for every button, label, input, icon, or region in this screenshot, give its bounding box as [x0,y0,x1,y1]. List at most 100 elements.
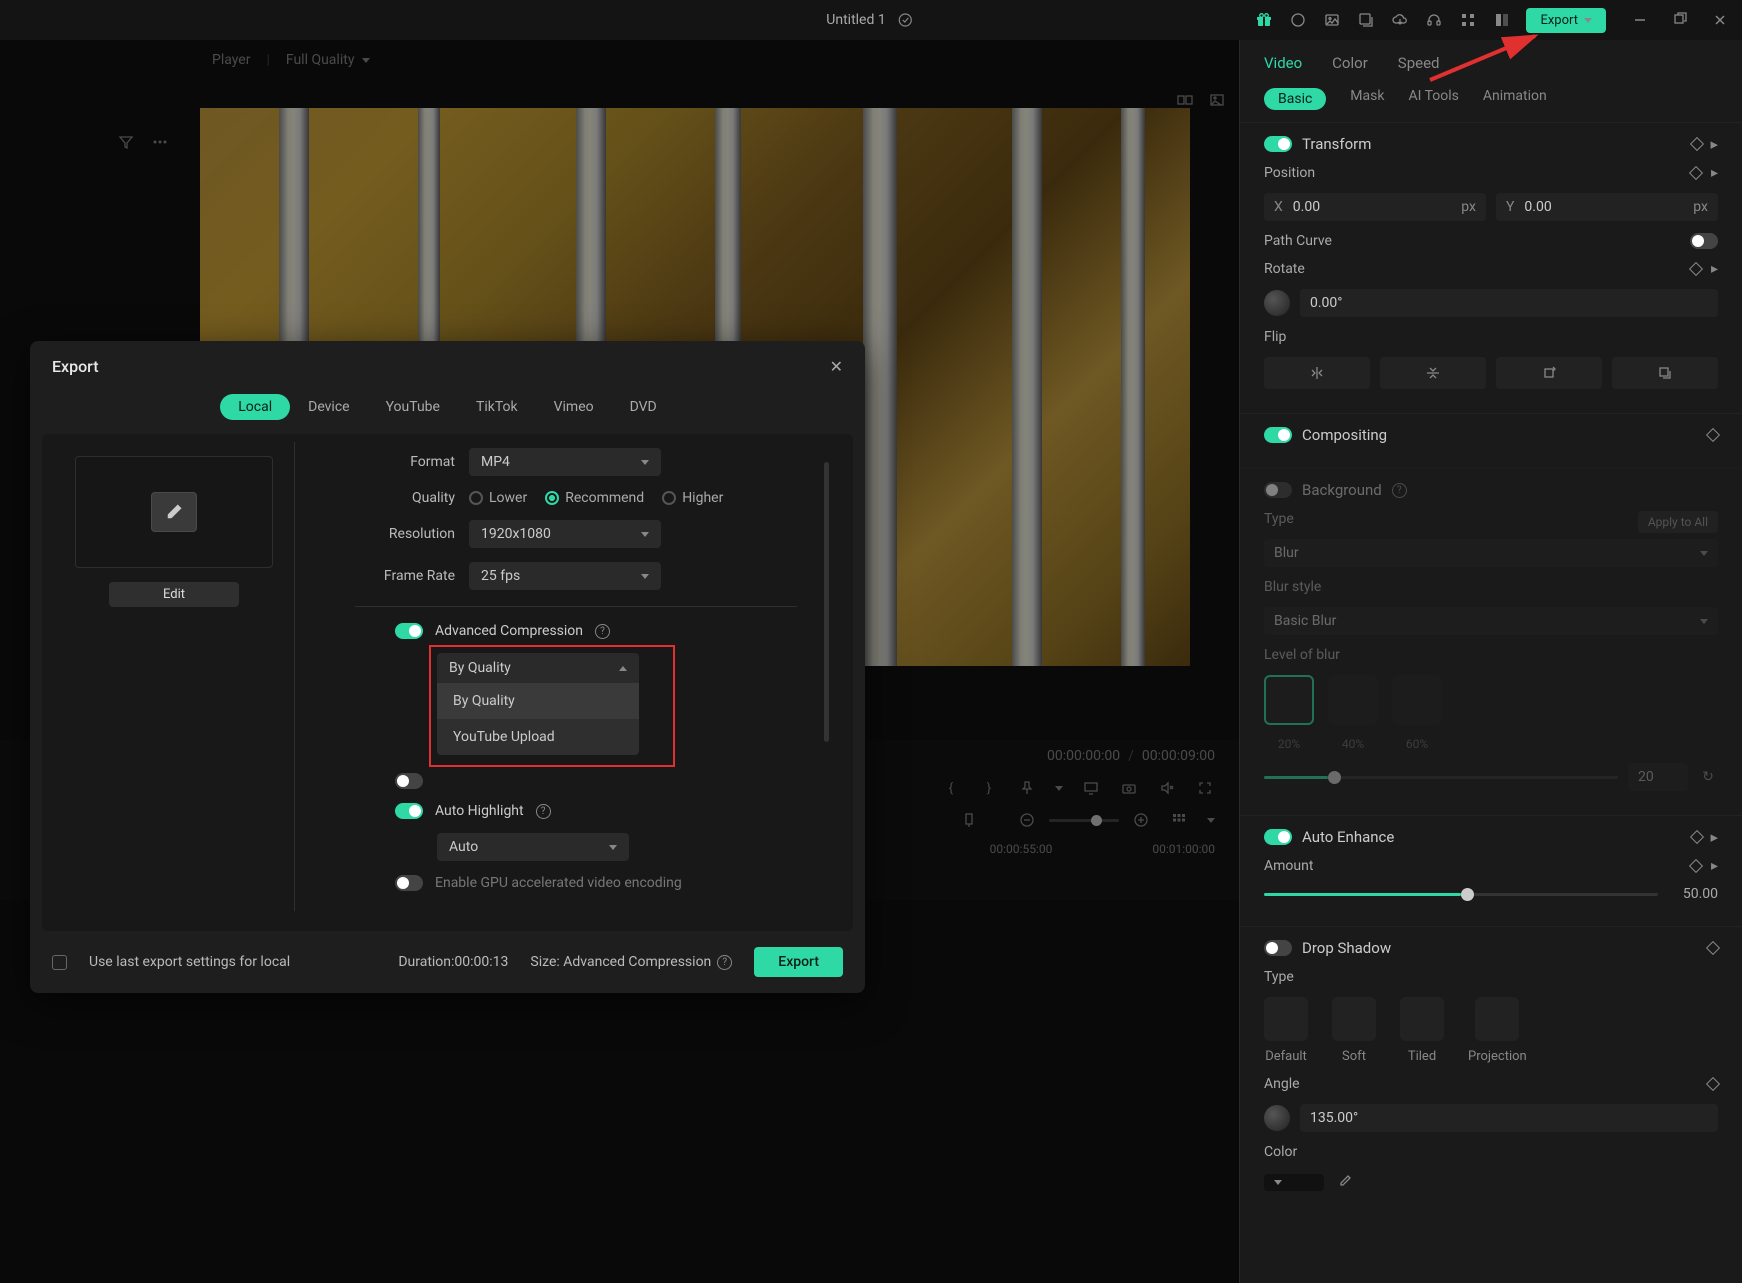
transform-toggle[interactable] [1264,136,1292,152]
chevron-right-icon[interactable]: ▸ [1711,858,1718,874]
subtab-mask[interactable]: Mask [1350,88,1384,110]
edit-thumbnail-button[interactable]: Edit [109,582,239,607]
compositing-toggle[interactable] [1264,427,1292,443]
chevron-right-icon[interactable]: ▸ [1711,165,1718,181]
flip-vertical-button[interactable] [1380,357,1486,389]
export-confirm-button[interactable]: Export [754,947,843,977]
eyedropper-icon[interactable] [1334,1172,1354,1192]
tab-youtube[interactable]: YouTube [368,394,458,420]
bracket-close-icon[interactable]: } [979,778,999,798]
rotate-input[interactable]: 0.00° [1300,289,1718,317]
tab-tiktok[interactable]: TikTok [458,394,536,420]
blur-level-20[interactable] [1264,675,1314,725]
chevron-right-icon[interactable]: ▸ [1710,828,1718,846]
stack-icon[interactable] [1356,10,1376,30]
keyframe-icon[interactable] [1690,137,1704,151]
modal-scrollbar[interactable] [824,462,829,742]
angle-input[interactable]: 135.00° [1300,1104,1718,1132]
chevron-right-icon[interactable]: ▸ [1711,261,1718,277]
compare-view-icon[interactable] [1175,90,1195,110]
shadow-type-default[interactable]: Default [1264,997,1308,1064]
hidden-toggle[interactable] [395,773,423,789]
path-curve-toggle[interactable] [1690,233,1718,249]
auto-highlight-select[interactable]: Auto [437,833,629,861]
position-y-input[interactable]: Y 0.00 px [1496,193,1718,221]
shadow-type-soft[interactable]: Soft [1332,997,1376,1064]
monitor-icon[interactable] [1081,778,1101,798]
format-select[interactable]: MP4 [469,448,661,476]
camera-icon[interactable] [1119,778,1139,798]
keyframe-icon[interactable] [1690,830,1704,844]
subtab-animation[interactable]: Animation [1483,88,1547,110]
keyframe-icon[interactable] [1689,166,1703,180]
help-icon[interactable]: ? [595,624,610,639]
keyframe-icon[interactable] [1706,941,1720,955]
blur-value-input[interactable]: 20 [1628,763,1688,791]
bg-style-select[interactable]: Basic Blur [1264,607,1718,635]
blur-slider[interactable] [1264,776,1618,779]
shadow-type-projection[interactable]: Projection [1468,997,1527,1064]
help-icon[interactable]: ? [717,955,732,970]
blur-level-60[interactable] [1392,675,1442,725]
filter-icon[interactable] [116,132,136,152]
blur-level-40[interactable] [1328,675,1378,725]
zoom-in-icon[interactable] [1131,810,1151,830]
quality-higher-radio[interactable]: Higher [662,490,723,506]
angle-knob[interactable] [1264,1105,1290,1131]
cloud-icon[interactable] [1390,10,1410,30]
background-toggle[interactable] [1264,482,1292,498]
fullscreen-icon[interactable] [1195,778,1215,798]
quality-lower-radio[interactable]: Lower [469,490,527,506]
zoom-out-icon[interactable] [1017,810,1037,830]
tab-color[interactable]: Color [1332,54,1368,72]
compression-mode-select[interactable]: By Quality [437,653,639,683]
tab-device[interactable]: Device [290,394,367,420]
gpu-toggle[interactable] [395,875,423,891]
grid-icon[interactable] [1458,10,1478,30]
marker-icon[interactable] [959,810,979,830]
gift-icon[interactable] [1254,10,1274,30]
mute-icon[interactable] [1157,778,1177,798]
resolution-select[interactable]: 1920x1080 [469,520,661,548]
headphones-icon[interactable] [1424,10,1444,30]
compression-option-by-quality[interactable]: By Quality [437,683,639,719]
pin-icon[interactable] [1017,778,1037,798]
bracket-open-icon[interactable]: { [941,778,961,798]
flip-horizontal-button[interactable] [1264,357,1370,389]
grid-view-icon[interactable] [1169,810,1189,830]
image-icon[interactable] [1322,10,1342,30]
chevron-right-icon[interactable]: ▸ [1710,135,1718,153]
compression-option-youtube[interactable]: YouTube Upload [437,719,639,755]
tab-dvd[interactable]: DVD [612,394,675,420]
adv-compression-toggle[interactable] [395,623,423,639]
apply-all-button[interactable]: Apply to All [1638,511,1718,533]
maximize-icon[interactable] [1670,10,1690,30]
color-swatch[interactable] [1264,1174,1324,1191]
more-icon[interactable] [150,132,170,152]
zoom-slider[interactable] [1049,819,1119,822]
keyframe-icon[interactable] [1706,1077,1720,1091]
copy-button[interactable] [1612,357,1718,389]
framerate-select[interactable]: 25 fps [469,562,661,590]
reset-icon[interactable]: ↻ [1698,767,1718,787]
modal-close-button[interactable]: ✕ [830,357,843,376]
keyframe-icon[interactable] [1706,428,1720,442]
rotate-button[interactable] [1496,357,1602,389]
tab-local[interactable]: Local [220,394,290,420]
minimize-icon[interactable] [1630,10,1650,30]
close-icon[interactable] [1710,10,1730,30]
tab-vimeo[interactable]: Vimeo [536,394,612,420]
subtab-basic[interactable]: Basic [1264,88,1326,110]
keyframe-icon[interactable] [1689,262,1703,276]
keyframe-icon[interactable] [1689,859,1703,873]
bg-type-select[interactable]: Blur [1264,539,1718,567]
tab-speed[interactable]: Speed [1398,54,1440,72]
rotate-knob[interactable] [1264,290,1290,316]
layout-icon[interactable] [1492,10,1512,30]
tab-video[interactable]: Video [1264,54,1302,72]
quality-dropdown[interactable]: Full Quality [286,52,371,68]
drop-shadow-toggle[interactable] [1264,940,1292,956]
help-icon[interactable]: ? [1392,483,1407,498]
shadow-type-tiled[interactable]: Tiled [1400,997,1444,1064]
amount-slider[interactable] [1264,893,1658,896]
